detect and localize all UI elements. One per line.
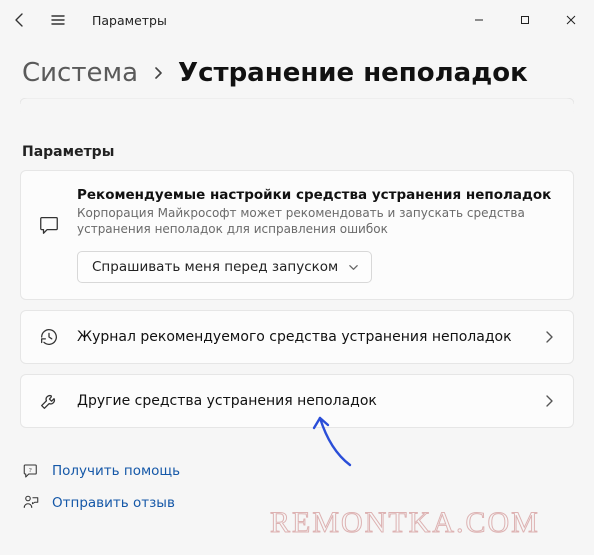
chevron-right-icon bbox=[543, 331, 555, 343]
close-button[interactable] bbox=[548, 4, 594, 36]
help-links: ? Получить помощь Отправить отзыв bbox=[0, 428, 594, 512]
chat-icon bbox=[37, 213, 61, 237]
troubleshoot-history-card[interactable]: Журнал рекомендуемого средства устранени… bbox=[20, 310, 574, 364]
titlebar: Параметры bbox=[0, 0, 594, 40]
link-label: Отправить отзыв bbox=[52, 495, 175, 511]
window-controls bbox=[456, 4, 594, 36]
history-icon bbox=[37, 325, 61, 349]
hamburger-menu-icon[interactable] bbox=[48, 10, 68, 30]
other-troubleshooters-card[interactable]: Другие средства устранения неполадок bbox=[20, 374, 574, 428]
page-title: Устранение неполадок bbox=[178, 58, 528, 88]
card-body: Рекомендуемые настройки средства устране… bbox=[77, 187, 555, 283]
link-label: Получить помощь bbox=[52, 463, 180, 479]
chevron-down-icon bbox=[348, 262, 359, 273]
maximize-button[interactable] bbox=[502, 4, 548, 36]
minimize-button[interactable] bbox=[456, 4, 502, 36]
card-body: Журнал рекомендуемого средства устранени… bbox=[77, 329, 527, 345]
app-title: Параметры bbox=[92, 13, 167, 28]
chevron-right-icon bbox=[543, 395, 555, 407]
svg-text:?: ? bbox=[29, 467, 32, 474]
cards-container: Рекомендуемые настройки средства устране… bbox=[0, 170, 594, 428]
titlebar-left: Параметры bbox=[10, 10, 167, 30]
feedback-icon bbox=[22, 494, 40, 512]
card-title: Рекомендуемые настройки средства устране… bbox=[77, 187, 555, 203]
back-button[interactable] bbox=[10, 10, 30, 30]
breadcrumb-parent[interactable]: Система bbox=[22, 58, 138, 88]
wrench-icon bbox=[37, 389, 61, 413]
dropdown-value: Спрашивать меня перед запуском bbox=[92, 259, 338, 275]
card-body: Другие средства устранения неполадок bbox=[77, 393, 527, 409]
help-icon: ? bbox=[22, 462, 40, 480]
card-title: Другие средства устранения неполадок bbox=[77, 393, 527, 409]
card-title: Журнал рекомендуемого средства устранени… bbox=[77, 329, 527, 345]
recommended-settings-card: Рекомендуемые настройки средства устране… bbox=[20, 170, 574, 300]
chevron-right-icon bbox=[152, 67, 164, 79]
send-feedback-link[interactable]: Отправить отзыв bbox=[22, 494, 572, 512]
divider bbox=[20, 98, 574, 112]
card-subtitle: Корпорация Майкрософт может рекомендоват… bbox=[77, 205, 555, 237]
breadcrumb: Система Устранение неполадок bbox=[0, 40, 594, 92]
recommendation-mode-dropdown[interactable]: Спрашивать меня перед запуском bbox=[77, 251, 372, 283]
get-help-link[interactable]: ? Получить помощь bbox=[22, 462, 572, 480]
section-label: Параметры bbox=[0, 112, 594, 170]
